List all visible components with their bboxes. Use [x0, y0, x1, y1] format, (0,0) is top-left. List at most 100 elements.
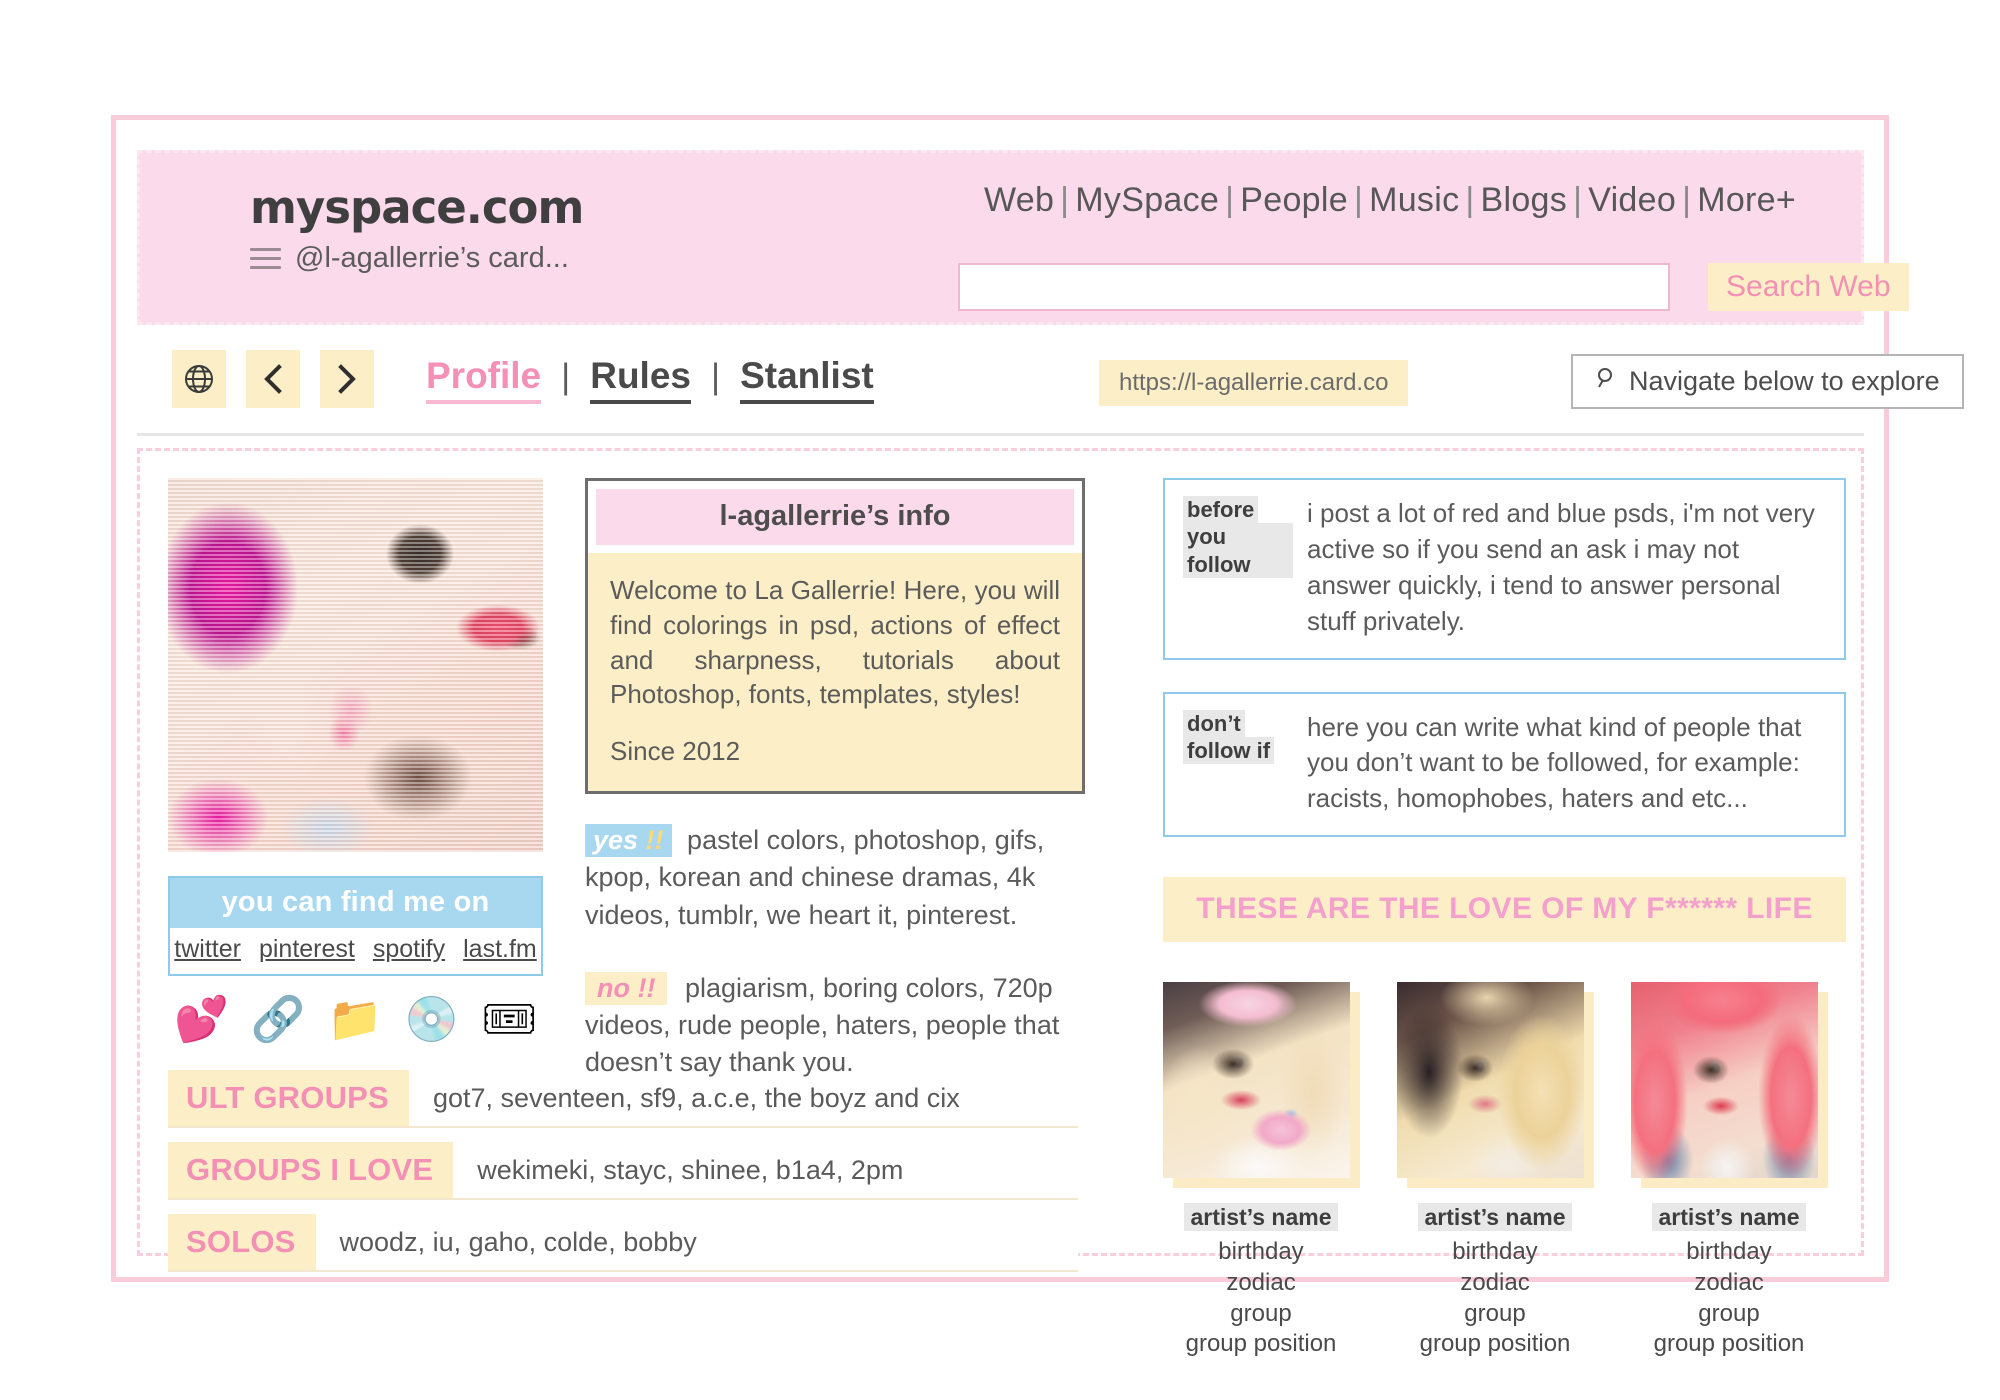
chevron-left-icon[interactable] [246, 350, 300, 408]
yes-badge: yes !! [585, 824, 672, 858]
nav-item-people[interactable]: People [1240, 181, 1348, 219]
nav-item-music[interactable]: Music [1369, 181, 1459, 219]
before-you-follow-text: i post a lot of red and blue psds, i'm n… [1307, 498, 1815, 636]
artist-photo-wrap [1163, 982, 1360, 1189]
artist-photo [1631, 982, 1818, 1179]
nav-separator: | [1682, 181, 1692, 219]
globe-icon[interactable] [172, 350, 226, 408]
artist-name: artist’s name [1397, 1203, 1593, 1232]
nav-separator: | [1060, 181, 1070, 219]
artist-meta: birthday zodiac group group position [1397, 1237, 1593, 1360]
nav-item-web[interactable]: Web [984, 181, 1054, 219]
navigate-below-button[interactable]: Navigate below to explore [1571, 354, 1964, 409]
chevron-right-icon[interactable] [320, 350, 374, 408]
nav-item-video[interactable]: Video [1588, 181, 1676, 219]
card-tabs: Profile | Rules | Stanlist [426, 355, 874, 404]
handle-row: @l-agallerrie’s card... [250, 242, 710, 275]
social-link-lastfm[interactable]: last.fm [463, 935, 537, 964]
artist-birthday: birthday [1452, 1238, 1538, 1266]
artist-card: artist’s name birthday zodiac group grou… [1631, 982, 1828, 1360]
group-row-key: GROUPS I LOVE [168, 1142, 454, 1198]
artist-zodiac: zodiac [1460, 1268, 1530, 1296]
top-nav: Web | MySpace | People | Music | Blogs | Video | Mor… [940, 181, 1840, 220]
artist-position: group position [1185, 1330, 1337, 1358]
admission-ticket-icon: 🎟 [481, 994, 538, 1045]
likes-dislikes: yes !! pastel colors, photoshop, gifs, k… [585, 822, 1085, 1082]
right-column: before you follow i post a lot of red an… [1163, 478, 1846, 1360]
group-row-love: GROUPS I LOVE wekimeki, stayc, shinee, b… [168, 1142, 1078, 1200]
artist-card: artist’s name birthday zodiac group grou… [1163, 982, 1360, 1360]
social-link-twitter[interactable]: twitter [174, 935, 241, 964]
nav-separator: | [1225, 181, 1235, 219]
artist-photo-wrap [1631, 982, 1828, 1189]
find-me-on-title: you can find me on [170, 878, 541, 928]
info-card: l-agallerrie’s info Welcome to La Galler… [585, 478, 1085, 795]
two-hearts-icon: 💕 [174, 994, 229, 1045]
social-link-pinterest[interactable]: pinterest [259, 935, 355, 964]
compact-disc-icon: 💿 [404, 994, 460, 1045]
artist-meta: birthday zodiac group group position [1631, 1237, 1827, 1360]
group-row-key: ULT GROUPS [168, 1070, 409, 1126]
page-root: myspace.com @l-agallerrie’s card... Web |… [0, 0, 2000, 1400]
no-badge: no !! [585, 971, 668, 1005]
dont-follow-if-tag-line2: follow if [1183, 736, 1275, 765]
artist-group: group [1464, 1299, 1526, 1327]
left-column: you can find me on twitter pinterest spo… [168, 478, 543, 1042]
artist-birthday: birthday [1218, 1238, 1304, 1266]
info-paragraph-since: Since 2012 [610, 736, 741, 767]
emoji-icon-row: 💕 🔗 📁 💿 🎟 [168, 998, 543, 1042]
artist-photo [1397, 982, 1584, 1179]
folder-icon: 📁 [327, 994, 383, 1045]
center-column: l-agallerrie’s info Welcome to La Galler… [585, 478, 1085, 1082]
artist-position: group position [1419, 1330, 1571, 1358]
dont-follow-if-box: don’t follow if here you can write what … [1163, 691, 1846, 838]
tab-stanlist[interactable]: Stanlist [740, 355, 874, 404]
tab-separator: | [561, 356, 571, 396]
info-card-title: l-agallerrie’s info [596, 489, 1074, 545]
group-row-value: wekimeki, stayc, shinee, b1a4, 2pm [453, 1142, 1078, 1198]
nav-item-blogs[interactable]: Blogs [1481, 181, 1568, 219]
nav-separator: | [1573, 181, 1583, 219]
love-of-my-life-banner: THESE ARE THE LOVE OF MY F****** LIFE [1163, 877, 1846, 943]
artist-zodiac: zodiac [1694, 1268, 1764, 1296]
dont-follow-if-tag: don’t follow if [1183, 709, 1293, 818]
nav-item-myspace[interactable]: MySpace [1075, 181, 1219, 219]
site-header: myspace.com @l-agallerrie’s card... Web |… [137, 150, 1909, 325]
navigate-below-label: Navigate below to explore [1629, 366, 1940, 396]
artist-name: artist’s name [1163, 1203, 1359, 1232]
search-icon [1595, 366, 1619, 397]
browser-toolbar: Profile | Rules | Stanlist https://l-aga… [137, 330, 1964, 436]
url-bar[interactable]: https://l-agallerrie.card.co [1099, 360, 1409, 406]
yes-badge-marks: !! [645, 825, 664, 856]
group-row-solos: SOLOS woodz, iu, gaho, colde, bobby [168, 1214, 1078, 1272]
profile-handle: @l-agallerrie’s card... [295, 242, 569, 274]
site-logo: myspace.com [250, 181, 584, 234]
dont-follow-if-text: here you can write what kind of people t… [1307, 711, 1802, 814]
yes-block: yes !! pastel colors, photoshop, gifs, k… [585, 822, 1085, 934]
nav-item-more[interactable]: More+ [1697, 181, 1796, 219]
artist-meta: birthday zodiac group group position [1163, 1237, 1359, 1360]
search-input[interactable] [958, 263, 1670, 311]
group-row-key: SOLOS [168, 1214, 316, 1270]
social-link-spotify[interactable]: spotify [373, 935, 445, 964]
nav-separator: | [1353, 181, 1364, 219]
artist-group: group [1230, 1299, 1292, 1327]
group-row-value: woodz, iu, gaho, colde, bobby [315, 1214, 1078, 1270]
search-row: Search Web [958, 263, 1909, 311]
info-card-body: Welcome to La Gallerrie! Here, you will … [588, 553, 1082, 792]
tab-profile[interactable]: Profile [426, 355, 542, 404]
nav-separator: | [1465, 181, 1475, 219]
find-me-on-links: twitter pinterest spotify last.fm [170, 928, 541, 974]
artist-birthday: birthday [1686, 1238, 1772, 1266]
artist-position: group position [1653, 1330, 1805, 1358]
hamburger-menu-icon[interactable] [250, 248, 281, 269]
no-block: no !! plagiarism, boring colors, 720p vi… [585, 970, 1085, 1082]
search-web-button[interactable]: Search Web [1708, 263, 1909, 311]
dont-follow-if-tag-line1: don’t [1183, 709, 1245, 737]
artist-name: artist’s name [1631, 1203, 1827, 1232]
artist-photo [1163, 982, 1350, 1179]
before-you-follow-tag-line1: before [1183, 496, 1259, 524]
tab-rules[interactable]: Rules [590, 355, 691, 404]
toolbar-controls: Profile | Rules | Stanlist [172, 350, 874, 408]
tab-separator: | [711, 356, 721, 396]
